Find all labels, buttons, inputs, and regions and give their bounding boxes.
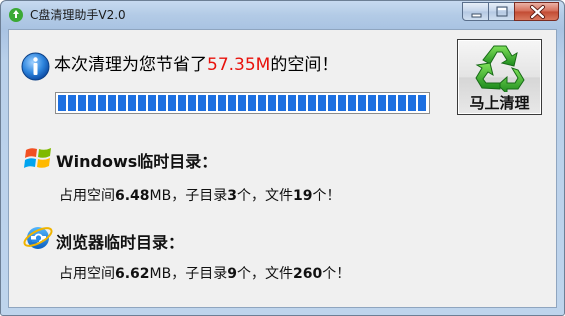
headline: 本次清理为您节省了57.35M的空间！ bbox=[54, 53, 338, 77]
browser-files-suffix: 个！ bbox=[322, 266, 351, 282]
progress-bar bbox=[55, 92, 430, 114]
browser-section-stats: 占用空间6.62MB，子目录9个，文件260个！ bbox=[59, 263, 350, 283]
progress-fill bbox=[58, 95, 427, 111]
headline-suffix: 的空间！ bbox=[270, 55, 339, 75]
clean-now-button[interactable]: 马上清理 bbox=[457, 39, 542, 115]
browser-files-label: 个，文件 bbox=[236, 266, 293, 282]
close-button[interactable] bbox=[514, 2, 559, 21]
title-bar[interactable]: C盘清理助手V2.0 bbox=[1, 1, 564, 29]
recycle-icon bbox=[475, 45, 525, 92]
windows-section-title: Windows临时目录： bbox=[56, 152, 218, 171]
minimize-button[interactable] bbox=[462, 2, 489, 21]
windows-file-count: 19 bbox=[292, 188, 313, 204]
headline-prefix: 本次清理为您节省了 bbox=[54, 55, 207, 75]
browser-used-value: 6.62 bbox=[115, 266, 150, 282]
info-icon bbox=[21, 52, 50, 81]
window-title: C盘清理助手V2.0 bbox=[30, 8, 126, 22]
clean-now-label: 马上清理 bbox=[469, 94, 530, 112]
maximize-button[interactable] bbox=[488, 2, 515, 21]
browser-used-label: 占用空间 bbox=[59, 266, 115, 282]
recycle-app-icon bbox=[9, 8, 23, 22]
close-icon bbox=[530, 5, 545, 19]
browser-section-title: 浏览器临时目录： bbox=[56, 233, 185, 252]
windows-used-label: 占用空间 bbox=[59, 188, 115, 204]
windows-section-stats: 占用空间6.48MB，子目录3个，文件19个！ bbox=[59, 185, 340, 205]
windows-subdir-count: 3 bbox=[227, 188, 237, 204]
main-panel: 本次清理为您节省了57.35M的空间！ 马上清理 Windows临时目录： 占用… bbox=[8, 29, 557, 308]
windows-logo-icon bbox=[24, 148, 51, 168]
maximize-icon bbox=[496, 6, 508, 17]
windows-used-value: 6.48 bbox=[115, 188, 150, 204]
browser-subdir-count: 9 bbox=[227, 266, 237, 282]
internet-explorer-icon bbox=[23, 227, 53, 249]
windows-files-label: 个，文件 bbox=[236, 188, 293, 204]
app-window: C盘清理助手V2.0 本次清理为您节省了57.35M的空间！ 马上清理 Wind… bbox=[0, 0, 565, 316]
minimize-icon bbox=[471, 13, 482, 18]
saved-amount: 57.35M bbox=[207, 55, 271, 75]
windows-subdir-label: MB，子目录 bbox=[149, 188, 228, 204]
browser-subdir-label: MB，子目录 bbox=[149, 266, 228, 282]
windows-files-suffix: 个！ bbox=[312, 188, 341, 204]
browser-file-count: 260 bbox=[292, 266, 323, 282]
